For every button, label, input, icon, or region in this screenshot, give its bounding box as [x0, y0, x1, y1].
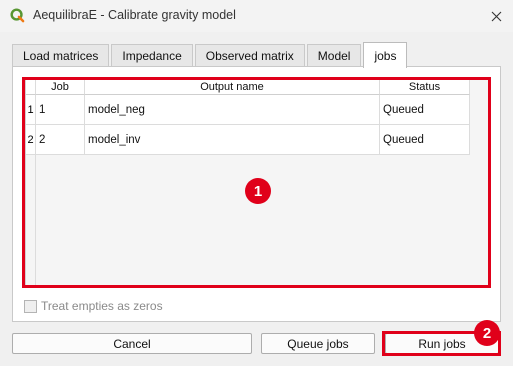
queue-jobs-button[interactable]: Queue jobs — [261, 333, 375, 354]
tab-bar: Load matrices Impedance Observed matrix … — [12, 42, 409, 68]
tab-jobs[interactable]: jobs — [363, 42, 408, 68]
tab-impedance[interactable]: Impedance — [111, 44, 193, 67]
tab-observed-matrix[interactable]: Observed matrix — [194, 44, 305, 67]
treat-empties-label: Treat empties as zeros — [41, 299, 163, 313]
title-bar: AequilibraE - Calibrate gravity model — [0, 0, 513, 32]
treat-empties-checkbox[interactable] — [24, 299, 37, 313]
window-title: AequilibraE - Calibrate gravity model — [33, 8, 236, 22]
annotation-badge-1: 1 — [245, 178, 271, 204]
cancel-button[interactable]: Cancel — [12, 333, 252, 354]
tab-load-matrices[interactable]: Load matrices — [12, 44, 110, 67]
close-icon[interactable] — [485, 5, 507, 27]
annotation-badge-2: 2 — [474, 320, 500, 346]
qgis-logo-icon — [10, 8, 25, 23]
tab-model[interactable]: Model — [306, 44, 362, 67]
treat-empties-option: Treat empties as zeros — [24, 299, 163, 313]
